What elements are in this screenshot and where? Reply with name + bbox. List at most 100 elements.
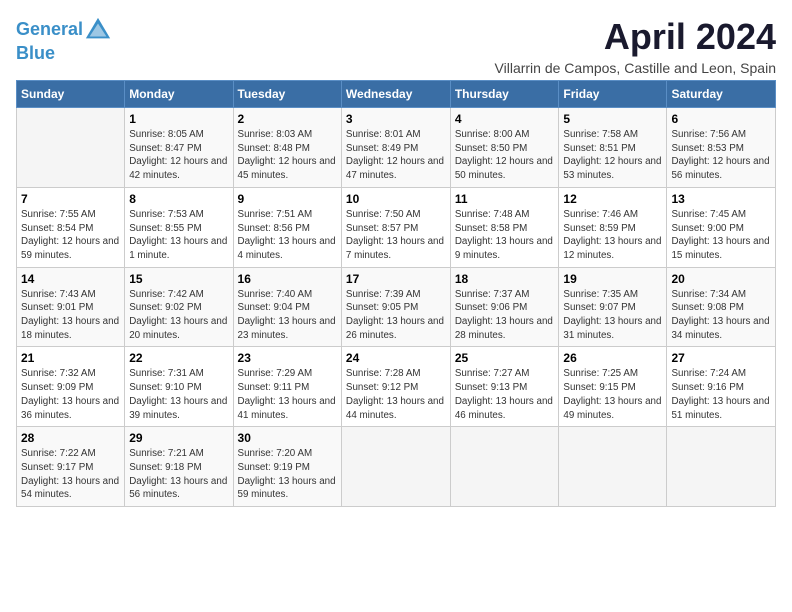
day-info: Sunrise: 7:48 AMSunset: 8:58 PMDaylight:…: [455, 208, 555, 263]
calendar-cell: 13 Sunrise: 7:45 AMSunset: 9:00 PMDaylig…: [667, 187, 776, 267]
page-header: General Blue April 2024 Villarrin de Cam…: [16, 16, 776, 76]
day-info: Sunrise: 7:22 AMSunset: 9:17 PMDaylight:…: [21, 447, 120, 502]
week-row-2: 7 Sunrise: 7:55 AMSunset: 8:54 PMDayligh…: [17, 187, 776, 267]
weekday-header-thursday: Thursday: [450, 81, 559, 108]
calendar-cell: 30 Sunrise: 7:20 AMSunset: 9:19 PMDaylig…: [233, 427, 341, 507]
day-number: 2: [238, 112, 337, 126]
day-info: Sunrise: 7:51 AMSunset: 8:56 PMDaylight:…: [238, 208, 337, 263]
calendar-cell: 9 Sunrise: 7:51 AMSunset: 8:56 PMDayligh…: [233, 187, 341, 267]
logo-text: General: [16, 16, 113, 44]
day-info: Sunrise: 7:32 AMSunset: 9:09 PMDaylight:…: [21, 367, 120, 422]
calendar-cell: 27 Sunrise: 7:24 AMSunset: 9:16 PMDaylig…: [667, 347, 776, 427]
day-number: 13: [671, 192, 771, 206]
day-info: Sunrise: 7:31 AMSunset: 9:10 PMDaylight:…: [129, 367, 228, 422]
day-number: 8: [129, 192, 228, 206]
day-number: 29: [129, 431, 228, 445]
day-number: 11: [455, 192, 555, 206]
location-subtitle: Villarrin de Campos, Castille and Leon, …: [495, 60, 776, 76]
calendar-cell: [450, 427, 559, 507]
weekday-header-saturday: Saturday: [667, 81, 776, 108]
week-row-3: 14 Sunrise: 7:43 AMSunset: 9:01 PMDaylig…: [17, 267, 776, 347]
week-row-1: 1 Sunrise: 8:05 AMSunset: 8:47 PMDayligh…: [17, 108, 776, 188]
day-number: 28: [21, 431, 120, 445]
day-info: Sunrise: 8:00 AMSunset: 8:50 PMDaylight:…: [455, 128, 555, 183]
day-number: 17: [346, 272, 446, 286]
calendar-cell: [17, 108, 125, 188]
day-info: Sunrise: 7:39 AMSunset: 9:05 PMDaylight:…: [346, 288, 446, 343]
day-number: 15: [129, 272, 228, 286]
month-title: April 2024: [495, 16, 776, 58]
weekday-header-tuesday: Tuesday: [233, 81, 341, 108]
day-info: Sunrise: 7:43 AMSunset: 9:01 PMDaylight:…: [21, 288, 120, 343]
day-info: Sunrise: 7:24 AMSunset: 9:16 PMDaylight:…: [671, 367, 771, 422]
week-row-4: 21 Sunrise: 7:32 AMSunset: 9:09 PMDaylig…: [17, 347, 776, 427]
calendar-cell: 2 Sunrise: 8:03 AMSunset: 8:48 PMDayligh…: [233, 108, 341, 188]
day-number: 20: [671, 272, 771, 286]
calendar-cell: 18 Sunrise: 7:37 AMSunset: 9:06 PMDaylig…: [450, 267, 559, 347]
day-number: 3: [346, 112, 446, 126]
day-info: Sunrise: 7:55 AMSunset: 8:54 PMDaylight:…: [21, 208, 120, 263]
calendar-cell: 22 Sunrise: 7:31 AMSunset: 9:10 PMDaylig…: [125, 347, 233, 427]
weekday-header-monday: Monday: [125, 81, 233, 108]
day-number: 10: [346, 192, 446, 206]
calendar-cell: 6 Sunrise: 7:56 AMSunset: 8:53 PMDayligh…: [667, 108, 776, 188]
calendar-cell: 10 Sunrise: 7:50 AMSunset: 8:57 PMDaylig…: [341, 187, 450, 267]
day-number: 12: [563, 192, 662, 206]
day-number: 21: [21, 351, 120, 365]
day-info: Sunrise: 7:46 AMSunset: 8:59 PMDaylight:…: [563, 208, 662, 263]
day-info: Sunrise: 7:20 AMSunset: 9:19 PMDaylight:…: [238, 447, 337, 502]
day-info: Sunrise: 7:56 AMSunset: 8:53 PMDaylight:…: [671, 128, 771, 183]
calendar-cell: 16 Sunrise: 7:40 AMSunset: 9:04 PMDaylig…: [233, 267, 341, 347]
calendar-cell: [667, 427, 776, 507]
calendar-cell: 11 Sunrise: 7:48 AMSunset: 8:58 PMDaylig…: [450, 187, 559, 267]
day-number: 6: [671, 112, 771, 126]
day-number: 22: [129, 351, 228, 365]
weekday-header-friday: Friday: [559, 81, 667, 108]
calendar-cell: 24 Sunrise: 7:28 AMSunset: 9:12 PMDaylig…: [341, 347, 450, 427]
calendar-cell: 21 Sunrise: 7:32 AMSunset: 9:09 PMDaylig…: [17, 347, 125, 427]
calendar-cell: 17 Sunrise: 7:39 AMSunset: 9:05 PMDaylig…: [341, 267, 450, 347]
calendar-cell: 23 Sunrise: 7:29 AMSunset: 9:11 PMDaylig…: [233, 347, 341, 427]
day-number: 16: [238, 272, 337, 286]
calendar-cell: [559, 427, 667, 507]
day-info: Sunrise: 7:34 AMSunset: 9:08 PMDaylight:…: [671, 288, 771, 343]
calendar-cell: 19 Sunrise: 7:35 AMSunset: 9:07 PMDaylig…: [559, 267, 667, 347]
calendar-table: SundayMondayTuesdayWednesdayThursdayFrid…: [16, 80, 776, 507]
day-number: 4: [455, 112, 555, 126]
day-number: 7: [21, 192, 120, 206]
weekday-header-sunday: Sunday: [17, 81, 125, 108]
day-info: Sunrise: 7:42 AMSunset: 9:02 PMDaylight:…: [129, 288, 228, 343]
day-number: 24: [346, 351, 446, 365]
day-number: 9: [238, 192, 337, 206]
calendar-cell: 4 Sunrise: 8:00 AMSunset: 8:50 PMDayligh…: [450, 108, 559, 188]
logo-text-blue: Blue: [16, 44, 113, 64]
title-section: April 2024 Villarrin de Campos, Castille…: [495, 16, 776, 76]
day-number: 27: [671, 351, 771, 365]
day-number: 30: [238, 431, 337, 445]
day-info: Sunrise: 8:01 AMSunset: 8:49 PMDaylight:…: [346, 128, 446, 183]
day-number: 5: [563, 112, 662, 126]
calendar-cell: 25 Sunrise: 7:27 AMSunset: 9:13 PMDaylig…: [450, 347, 559, 427]
day-info: Sunrise: 7:45 AMSunset: 9:00 PMDaylight:…: [671, 208, 771, 263]
week-row-5: 28 Sunrise: 7:22 AMSunset: 9:17 PMDaylig…: [17, 427, 776, 507]
day-info: Sunrise: 7:37 AMSunset: 9:06 PMDaylight:…: [455, 288, 555, 343]
day-number: 19: [563, 272, 662, 286]
day-info: Sunrise: 7:21 AMSunset: 9:18 PMDaylight:…: [129, 447, 228, 502]
day-info: Sunrise: 7:50 AMSunset: 8:57 PMDaylight:…: [346, 208, 446, 263]
day-info: Sunrise: 7:29 AMSunset: 9:11 PMDaylight:…: [238, 367, 337, 422]
calendar-cell: 15 Sunrise: 7:42 AMSunset: 9:02 PMDaylig…: [125, 267, 233, 347]
day-number: 23: [238, 351, 337, 365]
day-info: Sunrise: 7:28 AMSunset: 9:12 PMDaylight:…: [346, 367, 446, 422]
calendar-cell: 20 Sunrise: 7:34 AMSunset: 9:08 PMDaylig…: [667, 267, 776, 347]
day-info: Sunrise: 7:27 AMSunset: 9:13 PMDaylight:…: [455, 367, 555, 422]
day-info: Sunrise: 7:58 AMSunset: 8:51 PMDaylight:…: [563, 128, 662, 183]
header-row: SundayMondayTuesdayWednesdayThursdayFrid…: [17, 81, 776, 108]
weekday-header-wednesday: Wednesday: [341, 81, 450, 108]
calendar-cell: 1 Sunrise: 8:05 AMSunset: 8:47 PMDayligh…: [125, 108, 233, 188]
day-info: Sunrise: 7:35 AMSunset: 9:07 PMDaylight:…: [563, 288, 662, 343]
day-info: Sunrise: 7:40 AMSunset: 9:04 PMDaylight:…: [238, 288, 337, 343]
calendar-cell: 14 Sunrise: 7:43 AMSunset: 9:01 PMDaylig…: [17, 267, 125, 347]
calendar-cell: 28 Sunrise: 7:22 AMSunset: 9:17 PMDaylig…: [17, 427, 125, 507]
day-number: 14: [21, 272, 120, 286]
day-number: 1: [129, 112, 228, 126]
